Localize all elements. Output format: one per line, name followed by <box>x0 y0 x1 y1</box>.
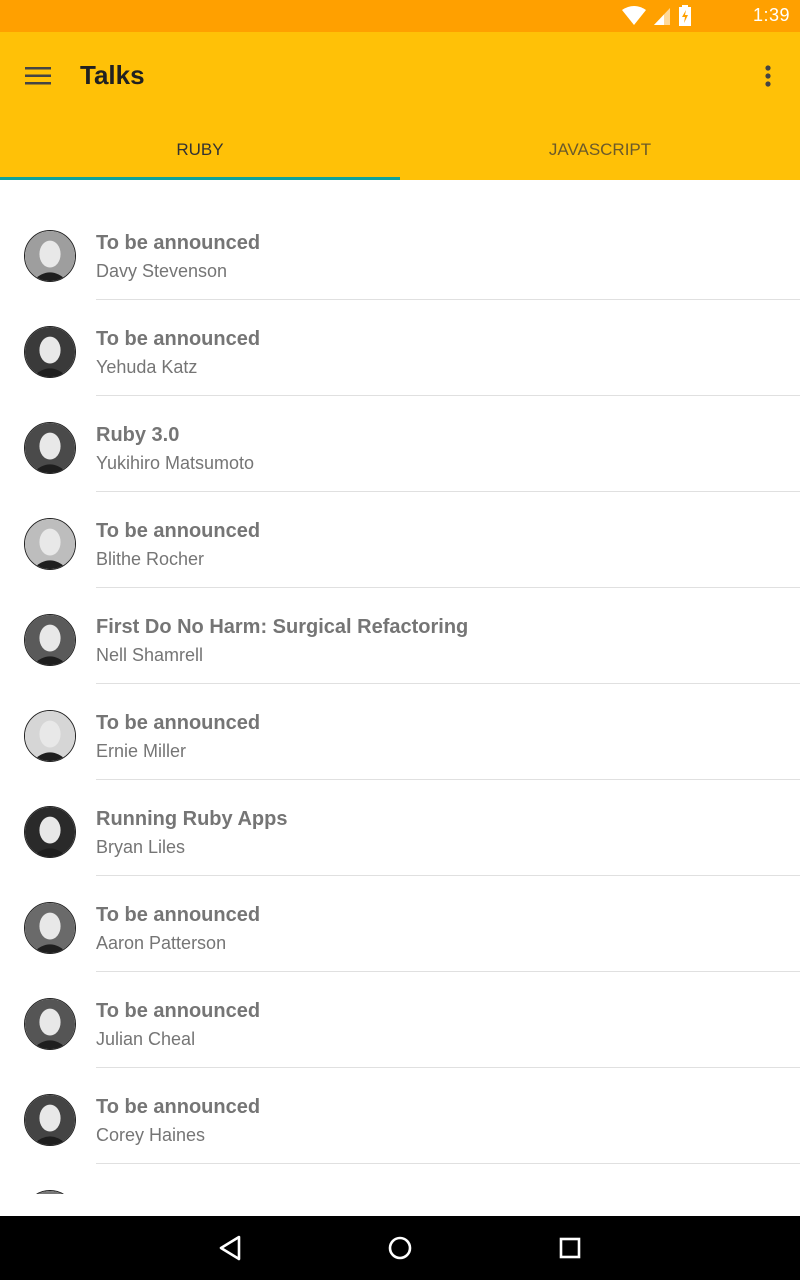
back-icon[interactable] <box>210 1228 250 1268</box>
talk-text: First Do No Harm: Surgical Refactoring Ne… <box>96 612 468 668</box>
wifi-icon <box>622 6 646 25</box>
talk-text: To be announced Yehuda Katz <box>96 324 260 380</box>
speaker-avatar <box>24 998 76 1050</box>
speaker-name: Nell Shamrell <box>96 645 204 665</box>
speaker-avatar <box>24 518 76 570</box>
talk-list-item[interactable]: Ruby 3.0 Yukihiro Matsumoto <box>0 396 800 492</box>
speaker-avatar <box>24 230 76 282</box>
talk-text: To be announced Corey Haines <box>96 1092 260 1148</box>
home-icon[interactable] <box>380 1228 420 1268</box>
tab-label: JAVASCRIPT <box>548 140 652 159</box>
speaker-avatar <box>24 902 76 954</box>
speaker-name: Ernie Miller <box>96 741 187 761</box>
tab-javascript[interactable]: JAVASCRIPT <box>400 120 800 180</box>
talk-title: To be announced <box>96 1000 261 1022</box>
speaker-avatar <box>24 710 76 762</box>
speaker-avatar <box>24 1094 76 1146</box>
talk-title: Nothing is Something <box>96 1188 303 1194</box>
speaker-name: Blithe Rocher <box>96 549 205 569</box>
speaker-avatar <box>24 326 76 378</box>
tab-bar: RUBY JAVASCRIPT <box>0 120 800 180</box>
speaker-name: Yehuda Katz <box>96 357 198 377</box>
recents-icon[interactable] <box>550 1228 590 1268</box>
talk-list-item[interactable]: To be announced Julian Cheal <box>0 972 800 1068</box>
talk-list-item[interactable]: Nothing is SomethingSandi Metz <box>0 1164 800 1194</box>
talk-title: Ruby 3.0 <box>96 424 180 446</box>
talk-list-item[interactable]: To be announced Aaron Patterson <box>0 876 800 972</box>
talk-list-item[interactable]: To be announced Corey Haines <box>0 1068 800 1164</box>
talk-text: Ruby 3.0 Yukihiro Matsumoto <box>96 420 254 476</box>
speaker-avatar <box>24 422 76 474</box>
status-time: 1:39 <box>752 5 790 25</box>
talk-title: To be announced <box>96 1096 261 1118</box>
navigation-bar <box>0 1216 800 1280</box>
talk-list-item[interactable]: To be announced Davy Stevenson <box>0 204 800 300</box>
talk-title: First Do No Harm: Surgical Refactoring <box>96 616 469 638</box>
speaker-name: Corey Haines <box>96 1125 206 1145</box>
cell-signal-icon <box>654 8 670 25</box>
speaker-avatar <box>24 806 76 858</box>
tab-label: RUBY <box>176 140 224 159</box>
speaker-avatar <box>24 1190 76 1194</box>
app-bar: Talks RUBY JAVASCRIPT <box>0 32 800 180</box>
page-title: Talks <box>80 60 145 90</box>
speaker-name: Davy Stevenson <box>96 261 228 281</box>
speaker-name: Bryan Liles <box>96 837 186 857</box>
talk-title: To be announced <box>96 712 261 734</box>
talk-title: To be announced <box>96 520 261 542</box>
status-bar: 1:39 <box>0 0 800 32</box>
speaker-name: Yukihiro Matsumoto <box>96 453 255 473</box>
talk-list-item[interactable]: To be announced Blithe Rocher <box>0 492 800 588</box>
speaker-avatar <box>24 614 76 666</box>
talk-text: Running Ruby Apps Bryan Liles <box>96 804 287 860</box>
speaker-name: Julian Cheal <box>96 1029 196 1049</box>
battery-charging-icon <box>679 5 691 26</box>
talk-text: Nothing is SomethingSandi Metz <box>96 1188 303 1194</box>
talk-title: Running Ruby Apps <box>96 808 288 830</box>
talk-title: To be announced <box>96 904 261 926</box>
talk-list-item[interactable]: Running Ruby Apps Bryan Liles <box>0 780 800 876</box>
more-vert-icon[interactable] <box>754 56 782 96</box>
talk-list-item[interactable]: To be announced Ernie Miller <box>0 684 800 780</box>
hamburger-menu-icon[interactable] <box>18 56 58 96</box>
talk-list-item[interactable]: To be announced Yehuda Katz <box>0 300 800 396</box>
talk-text: To be announced Ernie Miller <box>96 708 260 764</box>
talk-list[interactable]: To be announced Davy Stevenson To be annou… <box>0 180 800 1194</box>
talk-title: To be announced <box>96 232 261 254</box>
speaker-name: Aaron Patterson <box>96 933 227 953</box>
status-icons <box>622 5 692 26</box>
talk-list-item[interactable]: First Do No Harm: Surgical Refactoring Ne… <box>0 588 800 684</box>
tab-ruby[interactable]: RUBY <box>0 120 400 180</box>
talk-text: To be announced Julian Cheal <box>96 996 260 1052</box>
talk-text: To be announced Blithe Rocher <box>96 516 260 572</box>
talk-title: To be announced <box>96 328 261 350</box>
talk-text: To be announced Davy Stevenson <box>96 228 260 284</box>
talk-text: To be announced Aaron Patterson <box>96 900 260 956</box>
